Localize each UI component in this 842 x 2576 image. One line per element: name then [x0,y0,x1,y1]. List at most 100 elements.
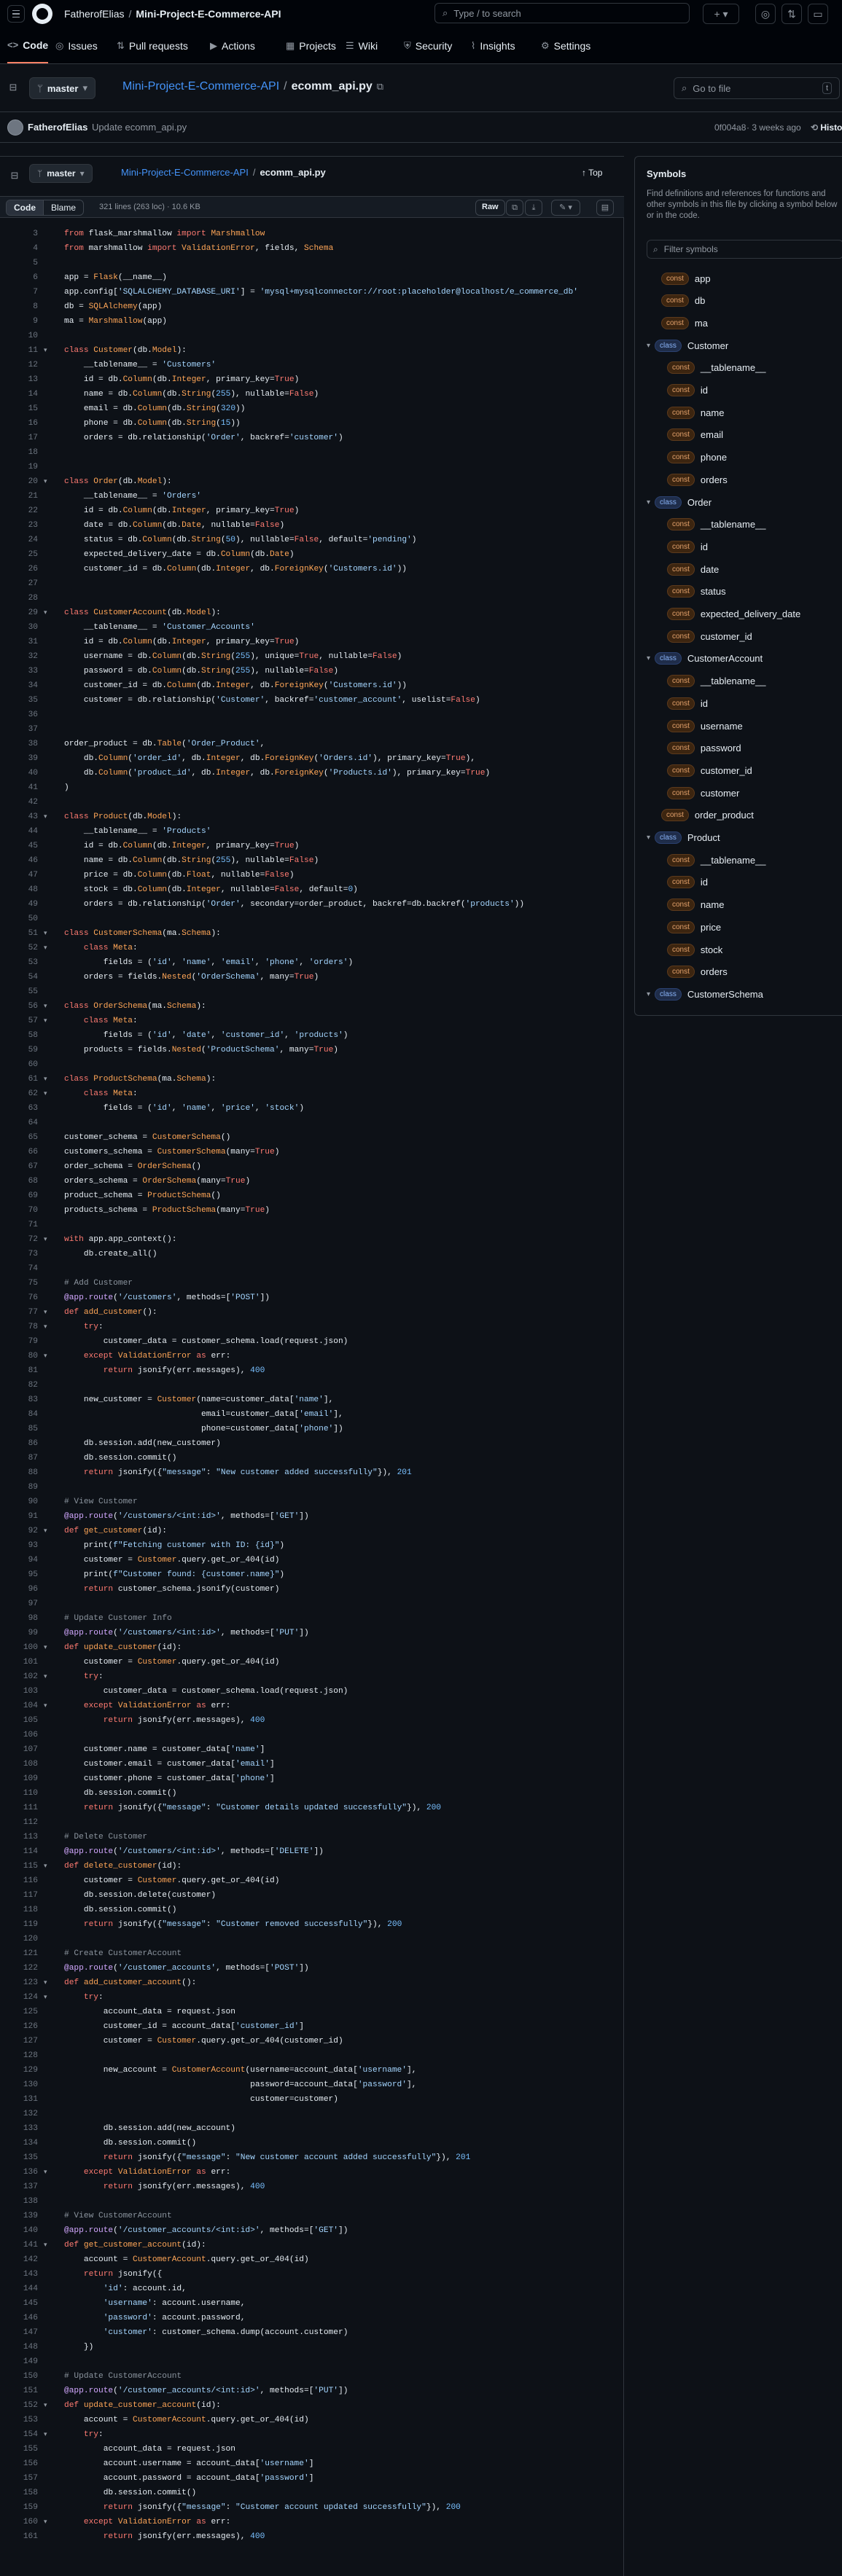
line-number[interactable]: 63 [0,1101,38,1116]
fold-chevron-icon[interactable]: ▾ [44,1349,47,1363]
line-number[interactable]: 100 [0,1640,38,1655]
symbol-item[interactable]: const username [635,715,842,737]
line-number[interactable]: 5 [0,256,38,270]
line-number[interactable]: 78 [0,1320,38,1334]
line-number[interactable]: 105 [0,1713,38,1728]
branch-selector-small[interactable]: ᛘ master ▾ [29,164,93,183]
symbol-item[interactable]: const id [635,380,842,402]
symbol-item[interactable]: const __tablename__ [635,849,842,871]
line-number[interactable]: 88 [0,1465,38,1480]
symbol-item[interactable]: ▾ class Customer [635,334,842,356]
line-number[interactable]: 128 [0,2048,38,2063]
line-number[interactable]: 29 [0,606,38,620]
line-number[interactable]: 98 [0,1611,38,1626]
line-number[interactable]: 97 [0,1597,38,1611]
line-number[interactable]: 95 [0,1567,38,1582]
tab-insights[interactable]: ⌇ Insights [471,28,515,63]
owner-link[interactable]: FatherofElias [64,8,124,20]
fold-chevron-icon[interactable]: ▾ [44,1072,47,1087]
line-number[interactable]: 92 [0,1524,38,1538]
fold-chevron-icon[interactable]: ▾ [44,1669,47,1684]
line-number[interactable]: 114 [0,1844,38,1859]
line-number[interactable]: 127 [0,2034,38,2048]
line-number[interactable]: 99 [0,1626,38,1640]
symbol-item[interactable]: const name [635,402,842,423]
line-number[interactable]: 52 [0,941,38,955]
symbol-item[interactable]: const status [635,581,842,603]
chevron-down-icon[interactable]: ▾ [647,834,650,842]
line-number[interactable]: 67 [0,1159,38,1174]
line-number[interactable]: 109 [0,1772,38,1786]
tab-wiki[interactable]: ☰ Wiki [346,28,378,63]
line-number[interactable]: 61 [0,1072,38,1087]
edit-icon[interactable]: ✎ ▾ [551,200,580,216]
line-number[interactable]: 81 [0,1363,38,1378]
symbol-item[interactable]: const ma [635,312,842,334]
line-number[interactable]: 117 [0,1888,38,1903]
line-number[interactable]: 152 [0,2398,38,2413]
symbol-item[interactable]: const price [635,916,842,938]
line-number[interactable]: 86 [0,1436,38,1451]
line-number[interactable]: 116 [0,1874,38,1888]
line-number[interactable]: 22 [0,504,38,518]
line-number[interactable]: 70 [0,1203,38,1218]
line-number[interactable]: 18 [0,445,38,460]
fold-chevron-icon[interactable]: ▾ [44,1976,47,1990]
line-number[interactable]: 53 [0,955,38,970]
tab-projects[interactable]: ▦ Projects [286,28,336,63]
line-number[interactable]: 155 [0,2442,38,2456]
fold-chevron-icon[interactable]: ▾ [44,1990,47,2005]
inbox-button[interactable]: ▭ [808,4,828,24]
line-number[interactable]: 47 [0,868,38,882]
line-number[interactable]: 64 [0,1116,38,1130]
blame-view-tab[interactable]: Blame [44,200,83,215]
symbol-item[interactable]: const email [635,424,842,446]
line-number[interactable]: 4 [0,241,38,256]
create-new-button[interactable]: + ▾ [703,4,739,24]
line-number[interactable]: 21 [0,489,38,504]
fold-chevron-icon[interactable]: ▾ [44,1640,47,1655]
line-number[interactable]: 54 [0,970,38,984]
symbol-item[interactable]: const phone [635,447,842,469]
line-number[interactable]: 135 [0,2150,38,2165]
tab-security[interactable]: ⛨ Security [404,28,452,63]
line-number[interactable]: 69 [0,1189,38,1203]
line-number[interactable]: 59 [0,1043,38,1057]
tab-issues[interactable]: ◎ Issues [55,28,98,63]
line-number[interactable]: 57 [0,1014,38,1028]
line-number[interactable]: 23 [0,518,38,533]
fold-chevron-icon[interactable]: ▾ [44,1524,47,1538]
line-number[interactable]: 19 [0,460,38,474]
line-number[interactable]: 102 [0,1669,38,1684]
line-number[interactable]: 126 [0,2019,38,2034]
commit-message[interactable]: Update ecomm_api.py [92,122,187,133]
line-number[interactable]: 132 [0,2107,38,2121]
line-number[interactable]: 124 [0,1990,38,2005]
fold-chevron-icon[interactable]: ▾ [44,1087,47,1101]
line-number[interactable]: 80 [0,1349,38,1363]
line-number[interactable]: 44 [0,824,38,839]
line-number[interactable]: 55 [0,984,38,999]
line-number[interactable]: 138 [0,2194,38,2209]
line-number[interactable]: 28 [0,591,38,606]
line-number[interactable]: 150 [0,2369,38,2384]
line-number[interactable]: 66 [0,1145,38,1159]
line-number[interactable]: 104 [0,1699,38,1713]
sidebar-toggle-icon[interactable]: ⊟ [3,77,23,98]
issues-shortcut-button[interactable]: ◎ [755,4,776,24]
fold-chevron-icon[interactable]: ▾ [44,474,47,489]
line-number[interactable]: 91 [0,1509,38,1524]
symbol-item[interactable]: const password [635,737,842,759]
line-number[interactable]: 26 [0,562,38,576]
line-number[interactable]: 79 [0,1334,38,1349]
line-number[interactable]: 11 [0,343,38,358]
fold-chevron-icon[interactable]: ▾ [44,1232,47,1247]
repo-link[interactable]: Mini-Project-E-Commerce-API [136,8,281,20]
line-number[interactable]: 37 [0,722,38,737]
line-number[interactable]: 89 [0,1480,38,1495]
line-number[interactable]: 90 [0,1495,38,1509]
global-search-input[interactable]: ⌕ Type / to search [434,3,690,23]
line-number[interactable]: 118 [0,1903,38,1917]
line-number[interactable]: 146 [0,2311,38,2325]
line-number[interactable]: 34 [0,678,38,693]
